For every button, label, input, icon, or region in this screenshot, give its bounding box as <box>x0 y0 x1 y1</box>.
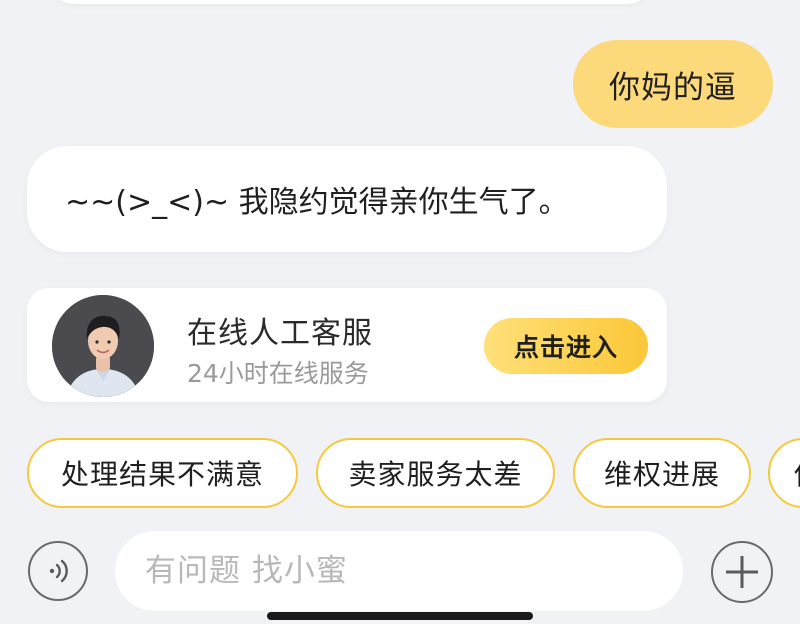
agent-avatar-image <box>52 295 154 397</box>
user-message-bubble: 你妈的逼 <box>573 40 773 128</box>
service-subtitle: 24小时在线服务 <box>187 359 369 388</box>
plus-icon[interactable] <box>711 541 773 603</box>
bot-message-bubble: ~~(>_<)~ 我隐约觉得亲你生气了。 <box>27 146 667 252</box>
agent-avatar <box>52 295 154 397</box>
voice-icon <box>49 559 68 583</box>
user-message-text: 你妈的逼 <box>609 69 737 106</box>
quick-reply-chip[interactable]: 卖家服务太差 <box>316 438 555 508</box>
quick-reply-bar: 处理结果不满意 卖家服务太差 维权进展 他 <box>0 438 800 510</box>
bot-message-text: ~~(>_<)~ 我隐约觉得亲你生气了。 <box>65 185 569 220</box>
voice-input-button[interactable] <box>28 541 88 601</box>
enter-service-button[interactable]: 点击进入 <box>484 318 648 374</box>
online-service-card[interactable]: 在线人工客服 24小时在线服务 点击进入 <box>27 288 667 402</box>
message-input-container[interactable] <box>115 531 683 611</box>
quick-reply-chip[interactable]: 他 <box>768 438 800 508</box>
previous-message-bubble <box>48 0 653 4</box>
home-indicator <box>267 612 533 620</box>
message-input[interactable] <box>143 552 683 590</box>
service-title: 在线人工客服 <box>187 316 373 351</box>
quick-reply-chip[interactable]: 处理结果不满意 <box>27 438 298 508</box>
quick-reply-chip[interactable]: 维权进展 <box>573 438 751 508</box>
